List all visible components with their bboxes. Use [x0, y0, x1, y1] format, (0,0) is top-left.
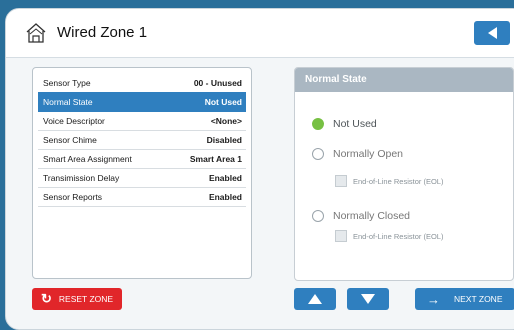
setting-label: Voice Descriptor	[43, 116, 105, 126]
checkbox-box	[335, 230, 347, 242]
down-arrow-icon	[361, 294, 375, 304]
back-arrow-icon	[487, 27, 497, 39]
arrow-right-icon: →	[427, 291, 440, 307]
radio-label: Not Used	[333, 118, 377, 130]
list-item-voice-descriptor[interactable]: Voice Descriptor <None>	[38, 111, 246, 131]
setting-value: 00 - Unused	[193, 78, 242, 88]
reset-zone-label: RESET ZONE	[58, 294, 114, 304]
list-item-transmission-delay[interactable]: Transimission Delay Enabled	[38, 168, 246, 188]
reset-zone-button[interactable]: ↻ RESET ZONE	[32, 288, 122, 310]
radio-not-used[interactable]: Not Used	[312, 116, 377, 132]
move-up-button[interactable]	[294, 288, 336, 310]
setting-value: Enabled	[208, 192, 242, 202]
checkbox-eol-closed[interactable]: End-of-Line Resistor (EOL)	[335, 230, 443, 242]
zone-settings-list: Sensor Type 00 - Unused Normal State Not…	[32, 67, 252, 279]
setting-value: Not Used	[204, 97, 242, 107]
setting-value: Smart Area 1	[189, 154, 242, 164]
radio-normally-open[interactable]: Normally Open	[312, 146, 403, 162]
radio-label: Normally Open	[333, 148, 404, 160]
checkbox-box	[335, 175, 347, 187]
setting-label: Sensor Reports	[43, 192, 103, 202]
setting-label: Transimission Delay	[43, 173, 120, 183]
list-item-sensor-type[interactable]: Sensor Type 00 - Unused	[38, 73, 246, 93]
setting-value: <None>	[210, 116, 242, 126]
checkbox-label: End-of-Line Resistor (EOL)	[353, 231, 444, 241]
main-window: Wired Zone 1 Sensor Type 00 - Unused Nor…	[5, 8, 514, 330]
normal-state-panel: Normal State Not Used Normally Open End-…	[294, 67, 514, 281]
house-icon	[26, 23, 46, 43]
radio-selected-icon	[312, 118, 324, 130]
setting-label: Normal State	[43, 97, 93, 107]
checkbox-eol-open[interactable]: End-of-Line Resistor (EOL)	[335, 175, 443, 187]
radio-unselected-icon	[312, 210, 324, 222]
list-item-smart-area[interactable]: Smart Area Assignment Smart Area 1	[38, 149, 246, 169]
radio-normally-closed[interactable]: Normally Closed	[312, 208, 410, 224]
setting-label: Smart Area Assignment	[43, 154, 132, 164]
page-title: Wired Zone 1	[57, 24, 148, 41]
setting-value: Disabled	[206, 135, 242, 145]
up-arrow-icon	[308, 294, 322, 304]
next-zone-label: NEXT ZONE	[454, 294, 503, 304]
list-item-sensor-reports[interactable]: Sensor Reports Enabled	[38, 187, 246, 207]
reset-icon: ↻	[41, 291, 52, 306]
move-down-button[interactable]	[347, 288, 389, 310]
list-item-normal-state[interactable]: Normal State Not Used	[38, 92, 246, 112]
radio-unselected-icon	[312, 148, 324, 160]
list-item-sensor-chime[interactable]: Sensor Chime Disabled	[38, 130, 246, 150]
next-zone-button[interactable]: → NEXT ZONE	[415, 288, 514, 310]
setting-label: Sensor Type	[43, 78, 91, 88]
header-bar: Wired Zone 1	[6, 9, 514, 58]
setting-label: Sensor Chime	[43, 135, 97, 145]
panel-header: Normal State	[295, 68, 513, 92]
panel-title: Normal State	[305, 74, 367, 85]
back-button[interactable]	[474, 21, 510, 45]
checkbox-label: End-of-Line Resistor (EOL)	[353, 176, 444, 186]
setting-value: Enabled	[208, 173, 242, 183]
radio-label: Normally Closed	[333, 210, 411, 222]
